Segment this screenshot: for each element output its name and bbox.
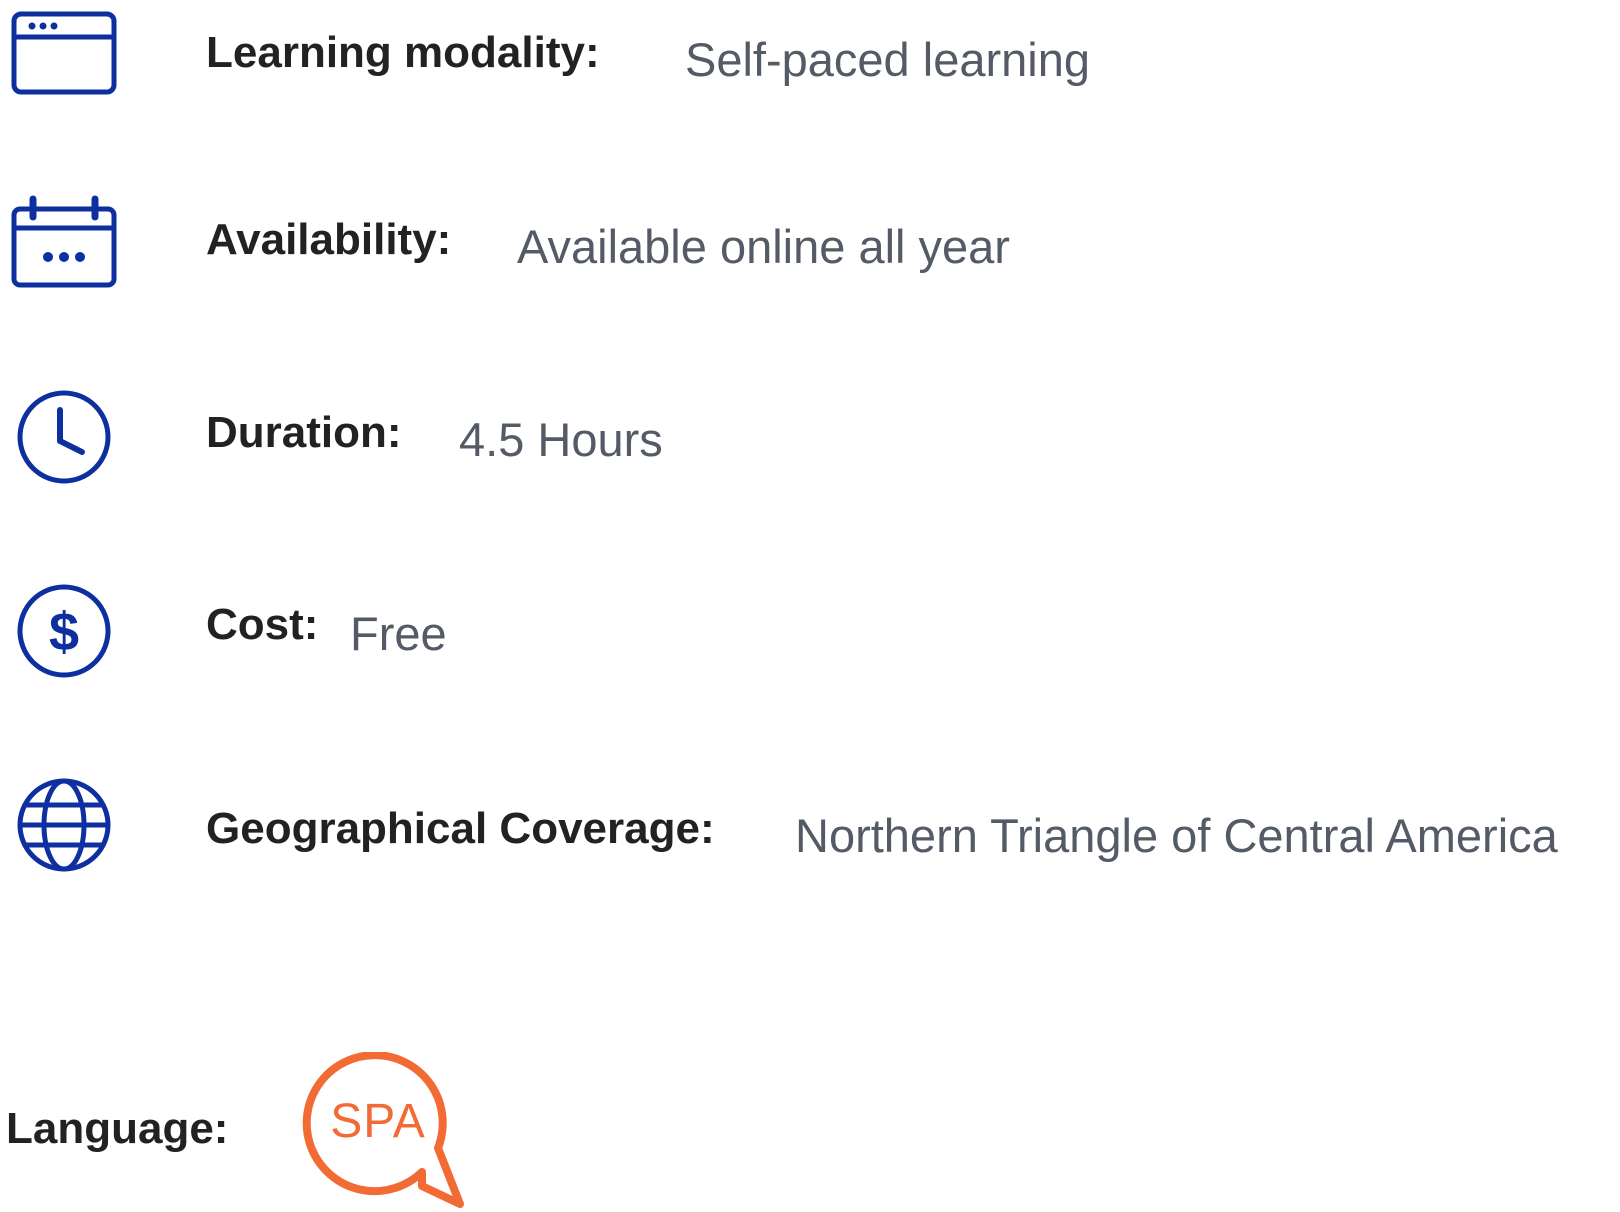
cost-value: Free <box>350 607 447 660</box>
duration-value: 4.5 Hours <box>459 413 663 466</box>
browser-window-icon <box>10 10 120 110</box>
calendar-icon <box>10 195 120 295</box>
detail-row-learning-modality: Learning modality: Self-paced learning <box>0 10 1620 110</box>
geographical-coverage-label: Geographical Coverage: <box>206 804 715 853</box>
availability-value: Available online all year <box>517 220 1010 273</box>
cost-label: Cost: <box>206 600 319 649</box>
learning-modality-label: Learning modality: <box>206 28 600 77</box>
geographical-coverage-value: Northern Triangle of Central America <box>795 809 1558 862</box>
detail-row-cost: $ Cost: Free <box>0 584 1620 684</box>
detail-row-duration: Duration: 4.5 Hours <box>0 390 1620 490</box>
language-label: Language: <box>6 1104 229 1153</box>
language-badge: SPA <box>300 1052 470 1212</box>
language-code: SPA <box>330 1095 426 1148</box>
svg-text:$: $ <box>49 602 79 662</box>
duration-label: Duration: <box>206 408 402 457</box>
dollar-icon: $ <box>10 584 120 684</box>
detail-row-geographical-coverage: Geographical Coverage: Northern Triangle… <box>0 778 1620 878</box>
globe-icon <box>10 778 120 878</box>
learning-modality-value: Self-paced learning <box>685 33 1090 86</box>
clock-icon <box>10 390 120 490</box>
availability-label: Availability: <box>206 215 452 264</box>
detail-row-availability: Availability: Available online all year <box>0 195 1620 295</box>
